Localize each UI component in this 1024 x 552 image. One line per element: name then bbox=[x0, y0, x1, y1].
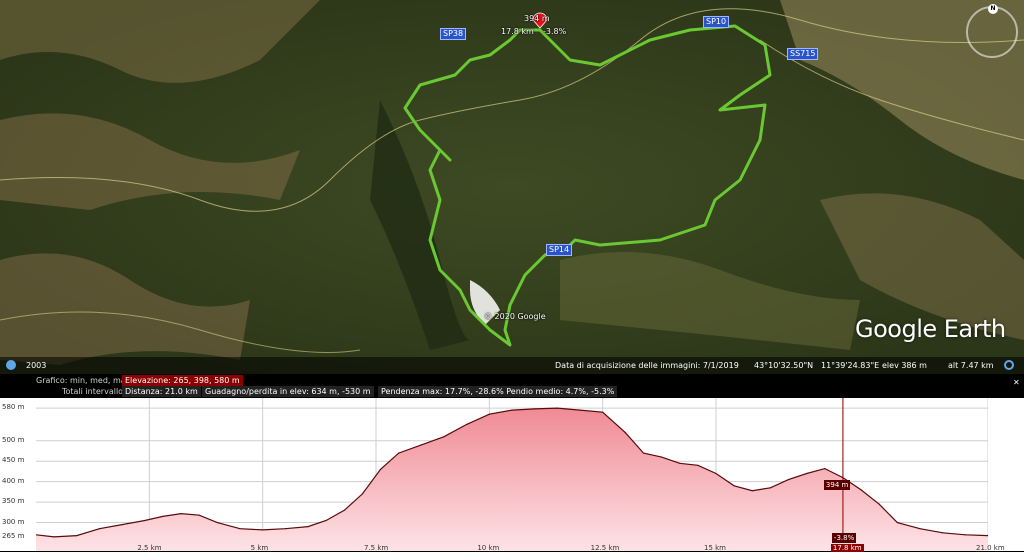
elevation-point bbox=[751, 490, 753, 492]
capture-date: Data di acquisizione delle immagini: 7/1… bbox=[555, 361, 739, 370]
elevation-point bbox=[942, 532, 944, 534]
elevation-point bbox=[919, 528, 921, 530]
elevation-point bbox=[162, 515, 164, 518]
elevation-point bbox=[534, 408, 536, 410]
track-marker-elevation: 394 m bbox=[524, 14, 550, 23]
elevation-point bbox=[769, 487, 772, 489]
y-tick-label: 580 m bbox=[2, 403, 25, 412]
cursor-elevation-label: 394 m bbox=[823, 480, 851, 491]
elevation-point bbox=[824, 467, 826, 470]
compass-north-label: N bbox=[988, 4, 998, 14]
elevation-point bbox=[284, 528, 286, 530]
elevation-point bbox=[53, 536, 55, 538]
track-marker-distance: 17.8 km bbox=[501, 27, 534, 36]
elevation-point bbox=[198, 514, 200, 516]
elevation-point bbox=[679, 462, 681, 464]
status-bar: 2003 Data di acquisizione delle immagini… bbox=[0, 357, 1024, 374]
elevation-chart[interactable] bbox=[36, 398, 988, 551]
elevation-point bbox=[697, 464, 699, 466]
y-tick-label: 300 m bbox=[2, 517, 25, 526]
y-tick-label: 350 m bbox=[2, 497, 25, 506]
profile-header: Grafico: min, med, max Elevazione: 265, … bbox=[0, 374, 1024, 398]
elevation-point bbox=[420, 444, 422, 446]
graph-stats-label: Grafico: min, med, max bbox=[36, 376, 131, 385]
compass-icon[interactable]: N bbox=[966, 4, 1018, 58]
longitude: 11°39'24.83"E bbox=[821, 361, 880, 370]
elevation-point bbox=[466, 423, 468, 426]
elevation-point bbox=[733, 485, 735, 487]
elevation-point bbox=[180, 512, 182, 515]
elevation-point bbox=[806, 472, 808, 475]
road-label-sp14: SP14 bbox=[546, 244, 573, 256]
elevation-point bbox=[443, 436, 445, 438]
elevation-point bbox=[262, 529, 264, 531]
elevation-point bbox=[488, 413, 490, 415]
cursor-grade-label: -3.8% bbox=[831, 533, 857, 543]
road-label-sp38: SP38 bbox=[440, 28, 467, 40]
elevation-point bbox=[896, 521, 898, 524]
elevation-point bbox=[787, 479, 790, 481]
elevation-point bbox=[398, 452, 400, 454]
google-earth-logo: Google Earth bbox=[855, 315, 1006, 343]
y-tick-label: 500 m bbox=[2, 435, 25, 444]
elevation-point bbox=[307, 526, 309, 528]
elevation-point bbox=[964, 534, 966, 536]
historical-imagery-icon[interactable] bbox=[6, 360, 16, 370]
slope-stats: Pendenza max: 17.7%, -28.6% Pendio medio… bbox=[378, 386, 618, 397]
latitude: 43°10'32.50"N bbox=[754, 361, 814, 370]
elevation-gain-loss: Guadagno/perdita in elev: 634 m, -530 m bbox=[202, 386, 374, 397]
elevation-point bbox=[579, 409, 581, 411]
elevation-point bbox=[624, 432, 626, 434]
y-tick-label: 450 m bbox=[2, 456, 25, 465]
elevation-point bbox=[325, 519, 327, 522]
imagery-year[interactable]: 2003 bbox=[26, 357, 46, 374]
elevation-point bbox=[379, 468, 382, 471]
elevation-point bbox=[216, 521, 218, 524]
elevation-point bbox=[98, 528, 101, 530]
elevation-point bbox=[556, 407, 558, 409]
elevation-readout: elev 386 m bbox=[882, 361, 927, 370]
map-copyright: © 2020 Google bbox=[484, 312, 546, 321]
elevation-point bbox=[511, 409, 513, 411]
elevation-point bbox=[878, 503, 880, 505]
y-tick-label: 265 m bbox=[2, 531, 25, 540]
range-totals-label: Totali intervallo: bbox=[62, 387, 126, 396]
close-icon[interactable]: ✕ bbox=[1013, 377, 1020, 388]
elevation-point bbox=[76, 535, 78, 537]
elevation-point bbox=[642, 452, 645, 454]
track-marker-grade: -3.8% bbox=[543, 27, 567, 36]
elevation-point bbox=[602, 411, 604, 413]
distance-total: Distanza: 21.0 km bbox=[122, 386, 201, 397]
map-view[interactable]: SP38 SP10 SS715 SP14 394 m 17.8 km -3.8%… bbox=[0, 0, 1024, 374]
road-label-ss715: SS715 bbox=[787, 48, 819, 60]
elevation-point bbox=[121, 524, 123, 526]
altitude-readout: alt 7.47 km bbox=[948, 361, 994, 370]
elevation-point bbox=[661, 456, 663, 458]
elevation-point bbox=[715, 472, 717, 475]
elevation-point bbox=[239, 528, 241, 530]
elevation-profile-panel: Grafico: min, med, max Elevazione: 265, … bbox=[0, 374, 1024, 552]
y-axis: 580 m 500 m 450 m 400 m 350 m 300 m 265 m bbox=[0, 398, 36, 551]
elevation-point bbox=[361, 493, 363, 495]
elevation-point bbox=[860, 489, 862, 491]
road-label-sp10: SP10 bbox=[703, 16, 730, 28]
elevation-point bbox=[144, 519, 146, 522]
streaming-status-icon bbox=[1004, 360, 1014, 370]
y-tick-label: 400 m bbox=[2, 476, 25, 485]
elevation-point bbox=[343, 509, 345, 511]
elevation-stats: Elevazione: 265, 398, 580 m bbox=[122, 375, 243, 386]
